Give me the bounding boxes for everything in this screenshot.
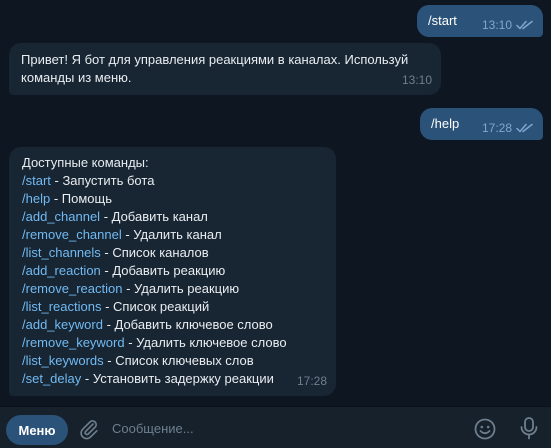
command-row: /add_keyword - Добавить ключевое слово [22, 316, 287, 334]
command-description: - Удалить канал [121, 227, 222, 242]
command-description: - Добавить канал [100, 209, 208, 224]
command-link[interactable]: /set_delay [22, 371, 81, 386]
message-text: Доступные команды: /start - Запустить бо… [22, 154, 287, 388]
menu-button[interactable]: Меню [6, 415, 68, 445]
command-link[interactable]: /remove_channel [22, 227, 122, 242]
command-description: - Список каналов [100, 245, 209, 260]
message-text: /start [428, 13, 457, 28]
command-link[interactable]: /list_channels [22, 245, 101, 260]
message-text: /help [431, 116, 460, 131]
command-description: - Добавить ключевое слово [102, 317, 273, 332]
message-time: 13:10 [481, 18, 512, 32]
message-input-bar: Меню [0, 406, 551, 448]
command-link[interactable]: /remove_reaction [22, 281, 122, 296]
command-row: /start - Запустить бота [22, 172, 287, 190]
message-time: 13:10 [401, 73, 432, 87]
command-link[interactable]: /remove_keyword [22, 335, 125, 350]
command-description: - Установить задержку реакции [81, 371, 274, 386]
paperclip-icon[interactable] [78, 418, 100, 440]
message-outgoing[interactable]: /start 13:10 [417, 5, 543, 37]
message-outgoing[interactable]: /help 17:28 [420, 108, 543, 140]
command-row: /list_reactions - Список реакций [22, 298, 287, 316]
command-description: - Список реакций [101, 299, 210, 314]
command-row: /remove_reaction - Удалить реакцию [22, 280, 287, 298]
commands-header: Доступные команды: [22, 155, 149, 170]
command-link[interactable]: /list_reactions [22, 299, 101, 314]
command-row: /help - Помощь [22, 190, 287, 208]
message-line: Привет! Я бот для управления реакциями в… [21, 52, 409, 67]
command-description: - Запустить бота [50, 173, 155, 188]
message-line: команды из меню. [21, 70, 132, 85]
message-input[interactable] [112, 416, 452, 440]
message-time: 17:28 [296, 374, 327, 388]
command-link[interactable]: /add_reaction [22, 263, 101, 278]
message-meta: 17:28 [297, 372, 327, 390]
message-meta: 13:10 [402, 71, 432, 89]
command-link[interactable]: /start [22, 173, 51, 188]
command-row: /remove_keyword - Удалить ключевое слово [22, 334, 287, 352]
microphone-icon[interactable] [518, 416, 540, 440]
message-text: Привет! Я бот для управления реакциями в… [21, 51, 408, 87]
command-row: /list_keywords - Список ключевых слов [22, 352, 287, 370]
command-row: /remove_channel - Удалить канал [22, 226, 287, 244]
command-link[interactable]: /add_keyword [22, 317, 103, 332]
command-link[interactable]: /help [22, 191, 50, 206]
command-description: - Помощь [50, 191, 112, 206]
command-row: /list_channels - Список каналов [22, 244, 287, 262]
command-link[interactable]: /list_keywords [22, 353, 104, 368]
message-incoming[interactable]: Доступные команды: /start - Запустить бо… [9, 147, 336, 396]
message-meta: 13:10 [482, 16, 533, 34]
chat-history: /start 13:10 Привет! Я бот для управлени… [0, 0, 551, 406]
message-meta: 17:28 [482, 119, 533, 137]
command-row: /set_delay - Установить задержку реакции [22, 370, 287, 388]
double-check-icon [516, 123, 533, 133]
command-description: - Удалить реакцию [122, 281, 240, 296]
command-row: /add_channel - Добавить канал [22, 208, 287, 226]
emoji-icon[interactable] [473, 417, 497, 441]
command-description: - Добавить реакцию [100, 263, 226, 278]
command-link[interactable]: /add_channel [22, 209, 100, 224]
message-incoming[interactable]: Привет! Я бот для управления реакциями в… [9, 43, 441, 95]
command-description: - Удалить ключевое слово [124, 335, 287, 350]
double-check-icon [516, 20, 533, 30]
message-time: 17:28 [481, 121, 512, 135]
command-description: - Список ключевых слов [103, 353, 254, 368]
command-row: /add_reaction - Добавить реакцию [22, 262, 287, 280]
